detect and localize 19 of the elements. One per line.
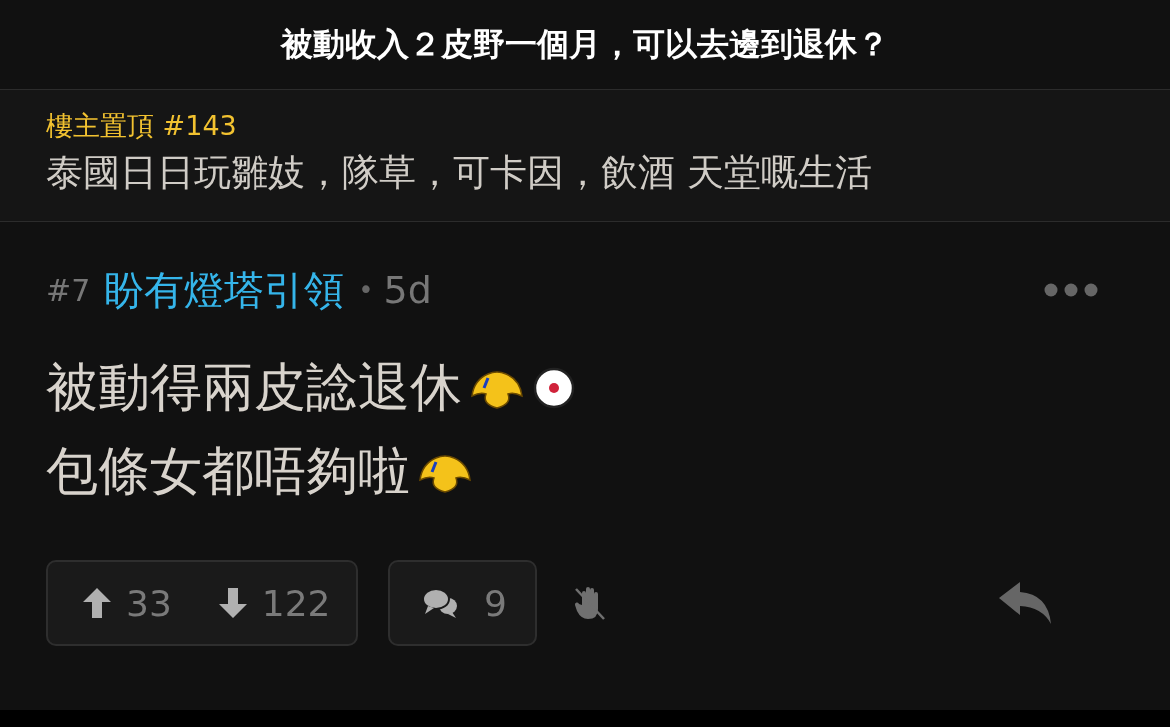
pinned-label: 樓主置頂 #143	[46, 109, 238, 143]
upvote-button[interactable]: 33	[82, 582, 172, 624]
post-age: 5d	[383, 268, 432, 312]
post-text: 包條女都唔夠啦	[46, 440, 410, 503]
hand-off-icon[interactable]	[572, 585, 607, 621]
speech-bubbles-icon	[422, 587, 458, 619]
arrow-up-icon	[82, 587, 112, 619]
replies-button[interactable]: 9	[388, 560, 537, 646]
thread-title: 被動收入２皮野一個月，可以去邊到退休？	[281, 23, 889, 65]
pinned-text: 泰國日日玩雛妓，隊草，可卡因，飲酒 天堂嘅生活	[46, 150, 873, 196]
post-text: 被動得兩皮諗退休	[46, 356, 462, 419]
downvote-button[interactable]: 122	[217, 582, 331, 624]
author-name[interactable]: 盼有燈塔引領	[104, 262, 345, 318]
separator-dot: •	[358, 275, 374, 305]
arrow-down-icon	[217, 587, 248, 619]
more-icon[interactable]	[1044, 283, 1100, 297]
reply-icon[interactable]	[998, 581, 1052, 625]
post-number: #7	[46, 272, 91, 308]
emoji-icon	[532, 366, 576, 410]
